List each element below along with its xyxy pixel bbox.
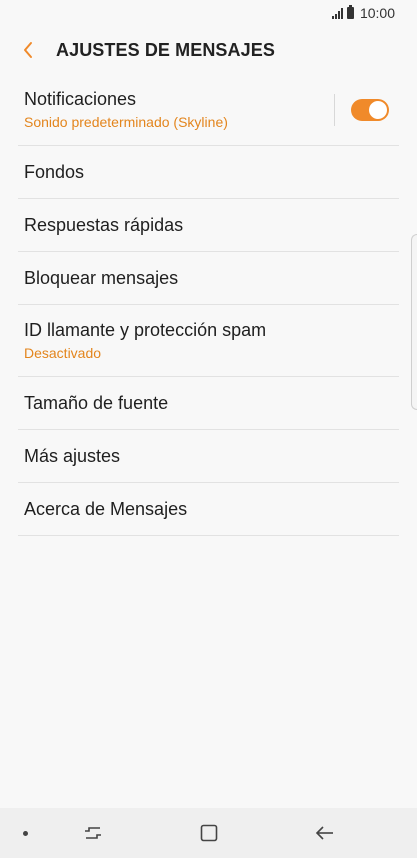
home-button[interactable] xyxy=(196,820,222,846)
back-icon xyxy=(315,826,333,840)
setting-notificaciones[interactable]: Notificaciones Sonido predeterminado (Sk… xyxy=(18,74,399,146)
setting-text: Bloquear mensajes xyxy=(24,268,399,289)
setting-acerca-de[interactable]: Acerca de Mensajes xyxy=(18,483,399,536)
home-icon xyxy=(200,824,218,842)
clock: 10:00 xyxy=(359,5,395,21)
setting-subtext: Sonido predeterminado (Skyline) xyxy=(24,114,228,130)
setting-id-llamante[interactable]: ID llamante y protección spam Desactivad… xyxy=(18,305,399,377)
nav-dot-indicator xyxy=(23,831,28,836)
app-header: AJUSTES DE MENSAJES xyxy=(0,26,417,74)
back-arrow-icon xyxy=(24,42,32,58)
setting-label: Acerca de Mensajes xyxy=(24,498,188,519)
setting-text: Fondos xyxy=(24,162,399,183)
setting-text: Notificaciones Sonido predeterminado (Sk… xyxy=(24,89,334,130)
settings-list: Notificaciones Sonido predeterminado (Sk… xyxy=(18,74,399,536)
setting-text: Respuestas rápidas xyxy=(24,215,399,236)
setting-label: Fondos xyxy=(24,161,85,182)
back-button[interactable] xyxy=(0,26,56,74)
setting-bloquear-mensajes[interactable]: Bloquear mensajes xyxy=(18,252,399,305)
setting-label: Notificaciones xyxy=(24,89,137,109)
edge-panel-handle[interactable] xyxy=(411,234,417,410)
setting-label: Tamaño de fuente xyxy=(24,392,169,413)
recents-button[interactable] xyxy=(80,820,106,846)
setting-respuestas-rapidas[interactable]: Respuestas rápidas xyxy=(18,199,399,252)
setting-label: Más ajustes xyxy=(24,445,121,466)
toggle-knob xyxy=(368,99,388,120)
status-bar: 10:00 xyxy=(0,0,417,26)
setting-text: Tamaño de fuente xyxy=(24,393,399,414)
back-nav-button[interactable] xyxy=(312,820,338,846)
navigation-bar xyxy=(0,808,417,858)
setting-mas-ajustes[interactable]: Más ajustes xyxy=(18,430,399,483)
setting-text: Más ajustes xyxy=(24,446,399,467)
setting-text: ID llamante y protección spam Desactivad… xyxy=(24,320,399,361)
recents-icon xyxy=(85,827,101,839)
notifications-toggle[interactable] xyxy=(351,98,389,121)
setting-label: ID llamante y protección spam xyxy=(24,320,267,340)
setting-fondos[interactable]: Fondos xyxy=(18,146,399,199)
setting-label: Respuestas rápidas xyxy=(24,214,184,235)
signal-icon xyxy=(331,7,343,19)
page-title: AJUSTES DE MENSAJES xyxy=(56,39,275,60)
battery-icon xyxy=(346,5,354,19)
setting-text: Acerca de Mensajes xyxy=(24,499,399,520)
setting-label: Bloquear mensajes xyxy=(24,267,179,288)
setting-subtext: Desactivado xyxy=(24,345,102,361)
setting-tamano-fuente[interactable]: Tamaño de fuente xyxy=(18,377,399,430)
vertical-divider xyxy=(334,93,335,126)
